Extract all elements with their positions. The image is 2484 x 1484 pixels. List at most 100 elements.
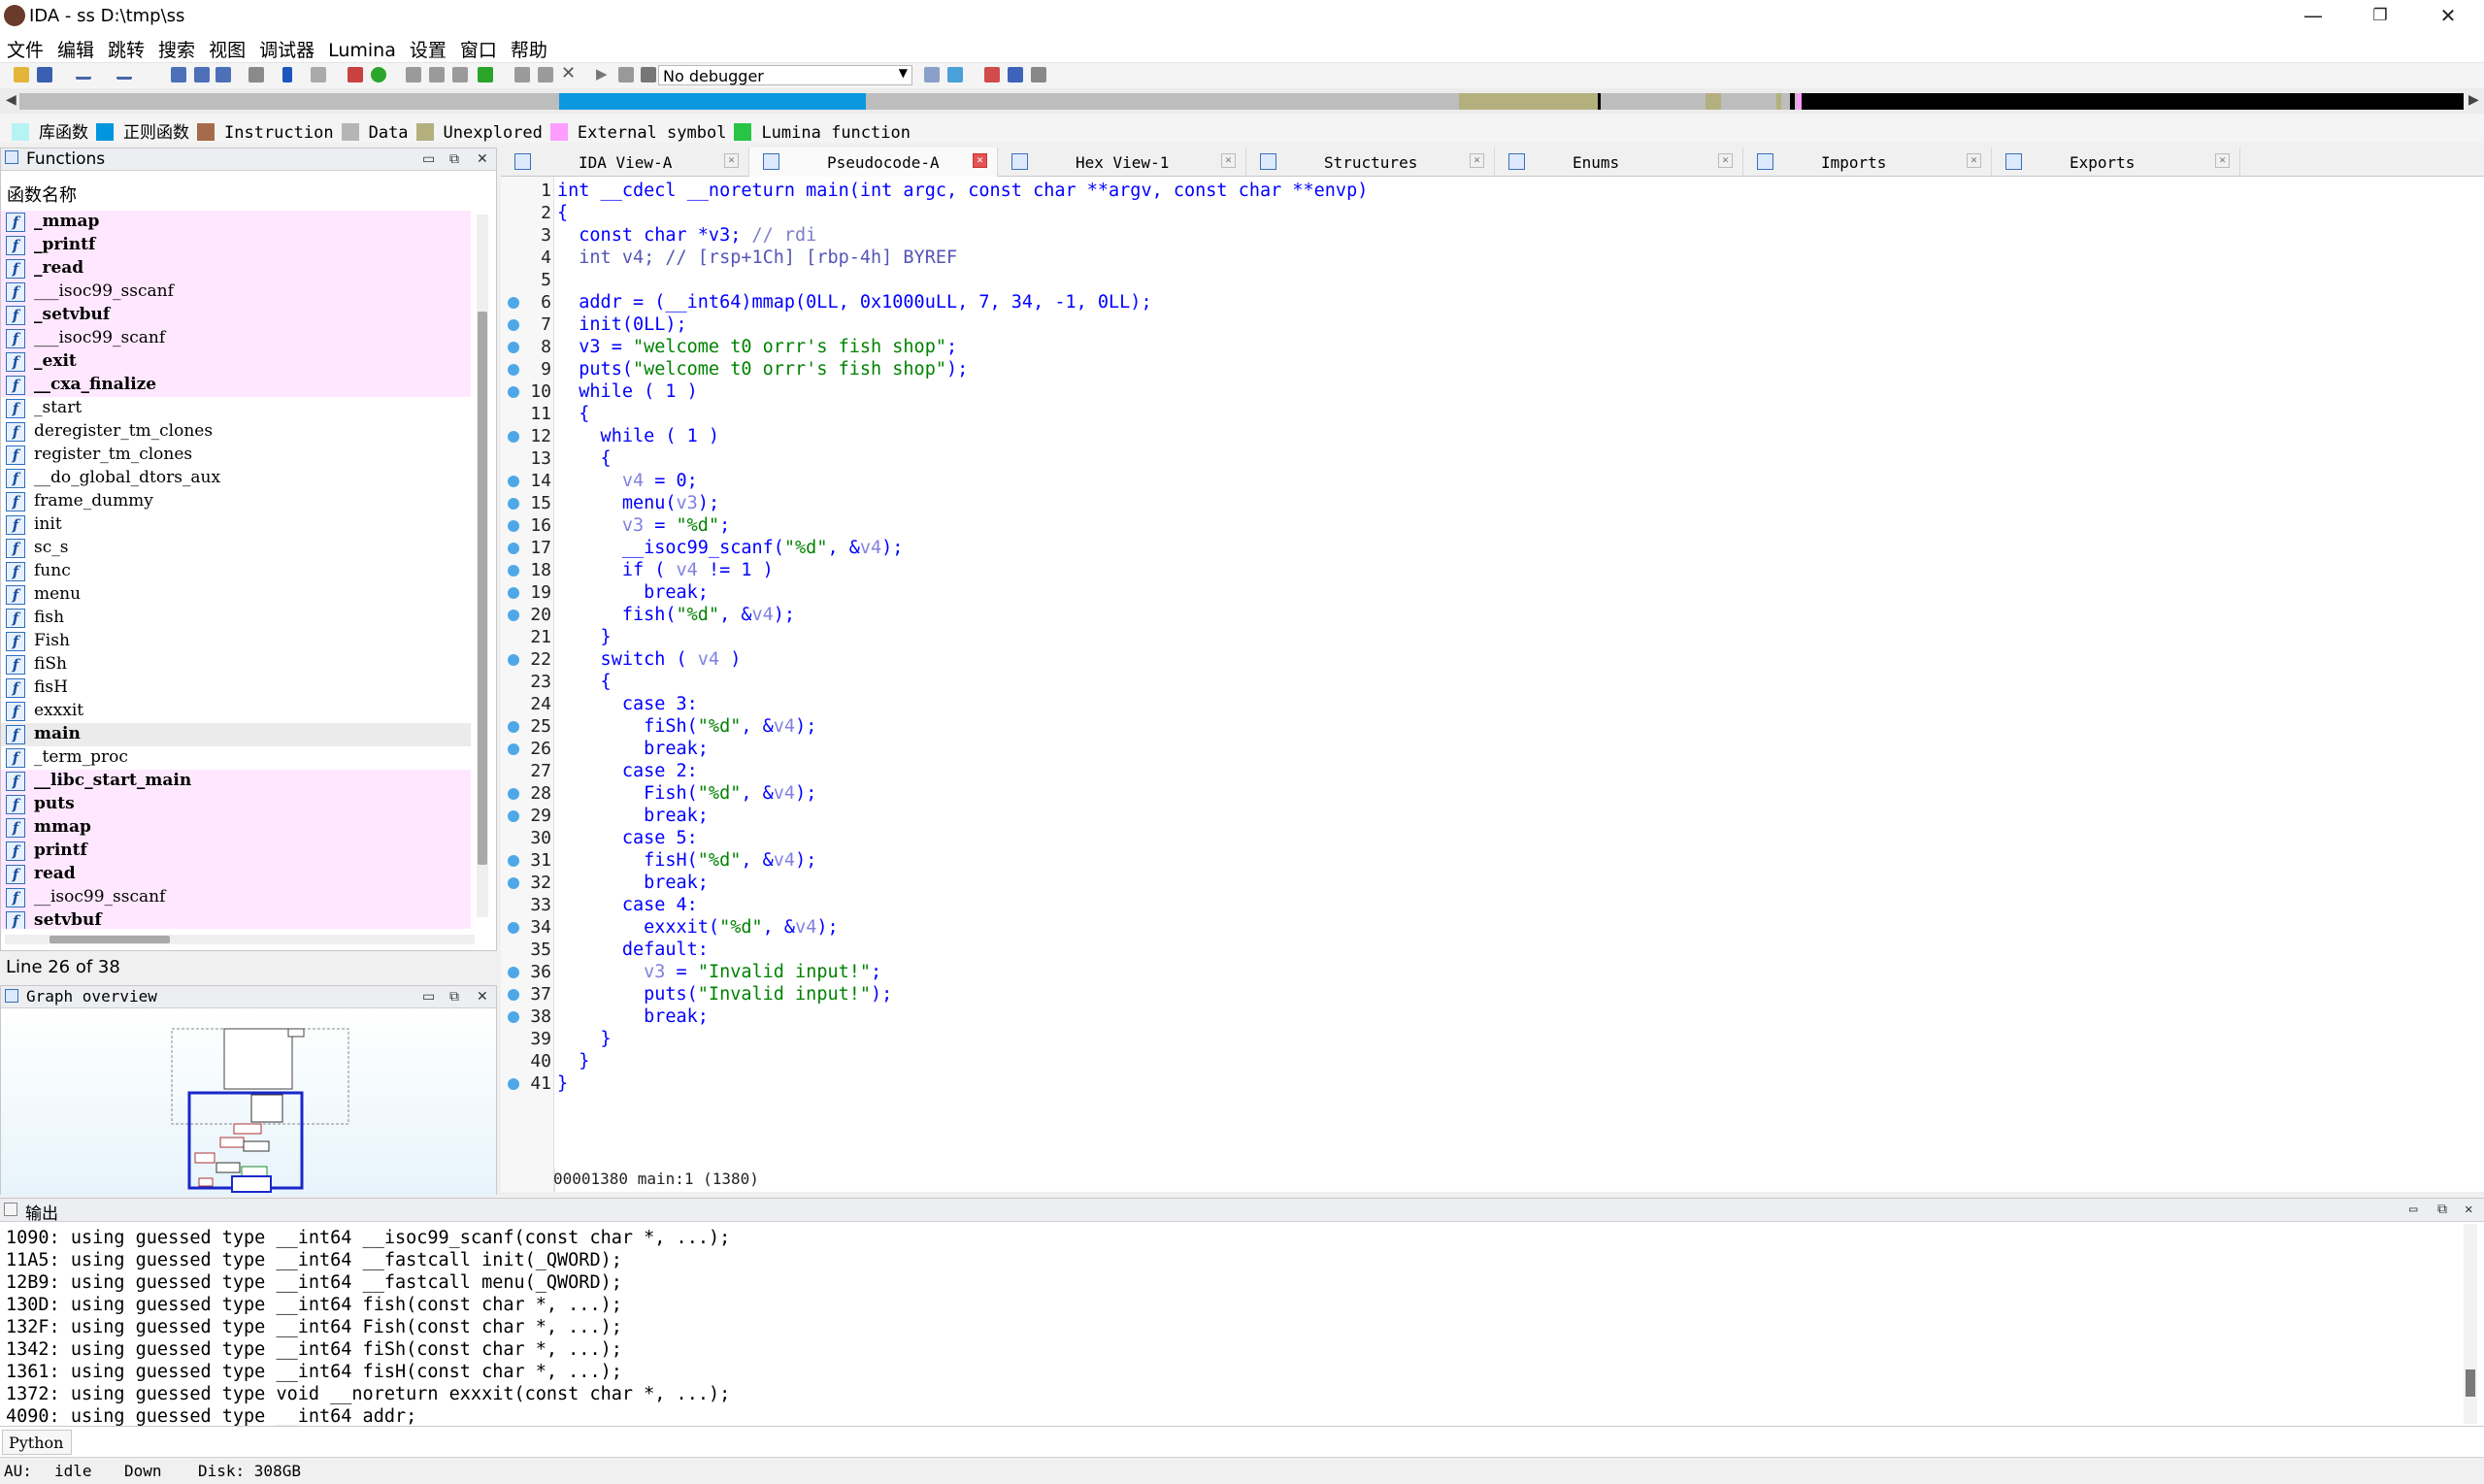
tab-close-icon[interactable]: ✕ [2215,153,2230,168]
function-row[interactable]: f sc_s [1,537,471,560]
graph-restore-icon[interactable]: ▭ [422,989,435,1005]
xref-icon[interactable] [1008,67,1023,82]
trace-icon[interactable] [538,67,553,82]
menu-7[interactable]: 设置 [403,32,453,62]
tab-exports[interactable]: Exports ✕ [1992,148,2240,177]
function-row[interactable]: f _printf [1,234,471,257]
function-row[interactable]: f fiSh [1,653,471,676]
graph-canvas[interactable] [1,1009,496,1196]
code-line[interactable]: const char *v3; // rdi [557,225,816,246]
debugger-select[interactable]: No debugger ▼ [658,65,912,85]
graph-float-icon[interactable]: ⧉ [449,989,459,1005]
code-line[interactable]: fisH("%d", &v4); [557,850,816,871]
save-icon[interactable] [37,67,52,82]
back-arrow-icon[interactable] [76,71,91,80]
output-scrollbar[interactable] [2464,1224,2477,1424]
functions-hscroll-thumb[interactable] [50,936,170,943]
menu-4[interactable]: 视图 [202,32,252,62]
function-row[interactable]: f __do_global_dtors_aux [1,467,471,490]
maximize-button[interactable]: ❐ [2349,0,2411,32]
jump-down-icon[interactable] [282,67,292,82]
function-row[interactable]: f exxxit [1,700,471,723]
function-row[interactable]: f menu [1,583,471,607]
menu-3[interactable]: 搜索 [151,32,202,62]
function-row[interactable]: f _start [1,397,471,420]
options-icon[interactable] [1031,67,1046,82]
bookmark-icon[interactable] [984,67,1000,82]
output-close-icon[interactable]: ✕ [2465,1202,2472,1217]
code-line[interactable]: } [557,1029,612,1049]
menu-5[interactable]: 调试器 [252,32,321,62]
breakpoint-dot-icon[interactable] [508,743,519,755]
functions-vscrollbar[interactable] [477,214,488,917]
menu-1[interactable]: 编辑 [50,32,101,62]
function-row[interactable]: f _mmap [1,211,471,234]
breakpoint-dot-icon[interactable] [508,498,519,510]
attach-icon[interactable] [924,67,940,82]
breakpoint-dot-icon[interactable] [508,543,519,554]
function-row[interactable]: f ___isoc99_sscanf [1,280,471,304]
run-circle-icon[interactable] [371,67,386,82]
stop-icon[interactable] [641,67,656,82]
code-line[interactable]: v3 = "welcome t0 orrr's fish shop"; [557,337,957,357]
function-name-column-header[interactable]: 函数名称 [7,181,77,207]
breakpoint-dot-icon[interactable] [508,520,519,532]
function-row[interactable]: f deregister_tm_clones [1,420,471,444]
functions-hscrollbar[interactable] [5,935,475,944]
code-line[interactable]: while ( 1 ) [557,381,698,402]
breakpoint-dot-icon[interactable] [508,810,519,822]
breakpoint-dot-icon[interactable] [508,721,519,733]
function-row[interactable]: f __isoc99_sscanf [1,886,471,909]
tab-enums[interactable]: Enums ✕ [1495,148,1743,177]
breakpoint-dot-icon[interactable] [508,319,519,331]
tab-close-icon[interactable]: ✕ [973,153,987,168]
menu-9[interactable]: 帮助 [504,32,554,62]
python-command-input[interactable] [76,1430,2479,1455]
function-row[interactable]: f fish [1,607,471,630]
code-line[interactable]: fish("%d", &v4); [557,605,795,625]
function-row[interactable]: f printf [1,840,471,863]
apply-icon[interactable] [429,67,445,82]
tab-close-icon[interactable]: ✕ [1967,153,1981,168]
code-line[interactable]: __isoc99_scanf("%d", &v4); [557,538,904,558]
tab-close-icon[interactable]: ✕ [1470,153,1484,168]
pin-icon[interactable] [514,67,530,82]
menu-6[interactable]: Lumina [321,36,403,66]
forward-arrow-icon[interactable] [116,71,132,80]
code-line[interactable]: break; [557,806,709,826]
names-icon[interactable] [194,67,210,82]
function-row[interactable]: f setvbuf [1,909,471,929]
menu-2[interactable]: 跳转 [101,32,151,62]
function-row[interactable]: f register_tm_clones [1,444,471,467]
search-icon[interactable] [248,67,264,82]
code-line[interactable]: } [557,1051,589,1072]
tab-close-icon[interactable]: ✕ [1221,153,1236,168]
function-row[interactable]: f _term_proc [1,746,471,770]
pause-icon[interactable] [618,67,634,82]
code-line[interactable]: Fish("%d", &v4); [557,783,816,804]
code-line[interactable]: { [557,672,612,692]
graph-icon[interactable] [348,67,363,82]
strings-icon[interactable] [215,67,231,82]
code-line[interactable]: break; [557,739,709,759]
python-language-button[interactable]: Python [2,1430,72,1455]
output-float-icon[interactable]: ⧉ [2437,1202,2447,1217]
code-line[interactable]: { [557,203,568,223]
tab-close-icon[interactable]: ✕ [1718,153,1733,168]
function-row[interactable]: f mmap [1,816,471,840]
code-line[interactable]: } [557,1073,568,1094]
breakpoint-dot-icon[interactable] [508,342,519,353]
breakpoint-dot-icon[interactable] [508,431,519,443]
menu-0[interactable]: 文件 [0,32,50,62]
patch-icon[interactable] [406,67,421,82]
panel-close-icon[interactable]: ✕ [477,151,488,167]
function-row[interactable]: f __cxa_finalize [1,374,471,397]
nav-left-arrow-icon[interactable]: ◀ [6,92,17,108]
breakpoint-dot-icon[interactable] [508,1078,519,1090]
breakpoint-dot-icon[interactable] [508,989,519,1001]
breakpoint-dot-icon[interactable] [508,476,519,487]
code-line[interactable]: v4 = 0; [557,471,698,491]
plugin-icon[interactable] [478,67,493,82]
breakpoint-icon[interactable] [452,67,468,82]
code-line[interactable]: exxxit("%d", &v4); [557,917,839,938]
